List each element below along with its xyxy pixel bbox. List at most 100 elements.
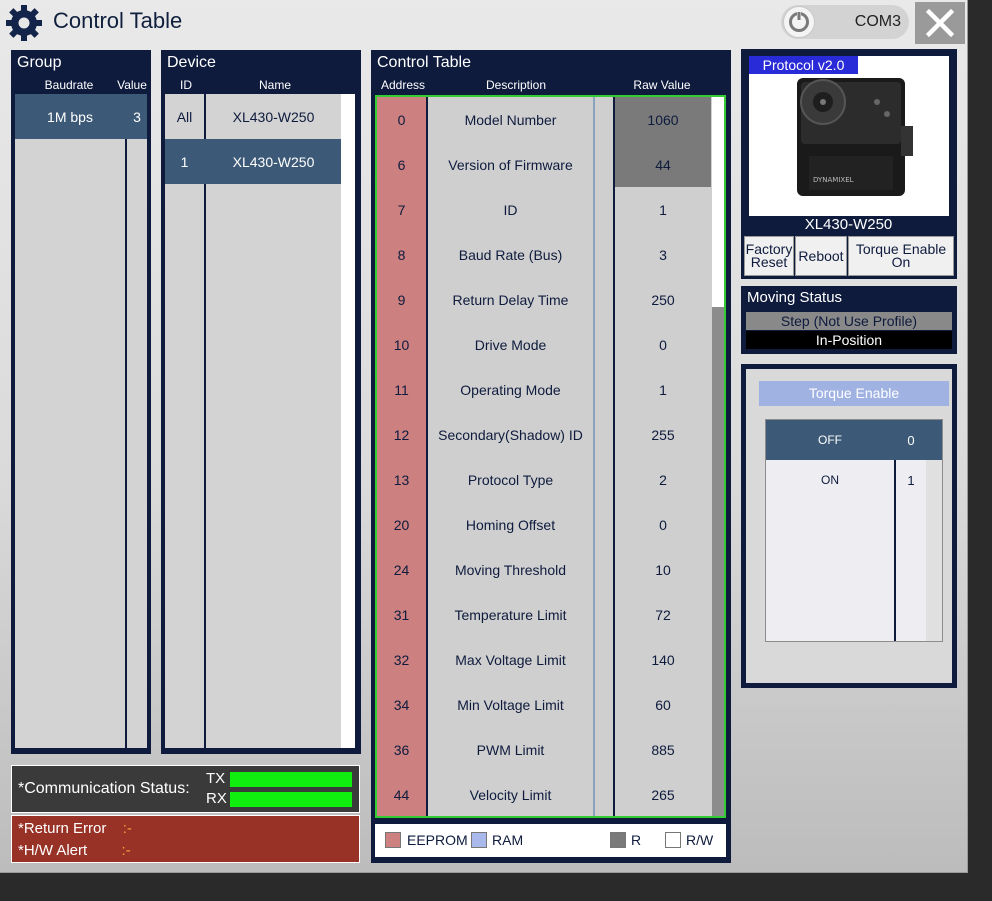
control-table-row[interactable]: 24 Moving Threshold 10 bbox=[377, 547, 711, 592]
legend-r: R bbox=[631, 832, 642, 848]
control-table-row[interactable]: 34 Min Voltage Limit 60 bbox=[377, 682, 711, 727]
protocol-badge: Protocol v2.0 bbox=[749, 56, 858, 74]
ct-address: 12 bbox=[393, 426, 410, 443]
gear-icon bbox=[6, 5, 42, 41]
close-button[interactable] bbox=[915, 2, 965, 44]
moving-status-panel: Moving Status Step (Not Use Profile) In-… bbox=[741, 286, 957, 354]
torque-enable-button[interactable]: Torque Enable On bbox=[848, 236, 954, 276]
legend-eeprom-swatch bbox=[385, 832, 401, 848]
control-table-row[interactable]: 11 Operating Mode 1 bbox=[377, 367, 711, 412]
ct-raw-value[interactable]: 0 bbox=[615, 502, 711, 547]
ct-scroll-thumb[interactable] bbox=[712, 97, 724, 307]
ct-address: 24 bbox=[393, 561, 410, 578]
ct-address: 11 bbox=[394, 381, 409, 398]
ct-description: Moving Threshold bbox=[454, 561, 567, 578]
ct-raw-value[interactable]: 3 bbox=[615, 232, 711, 277]
svg-text:DYNAMIXEL: DYNAMIXEL bbox=[813, 176, 854, 184]
legend: EEPROM RAM R R/W bbox=[375, 824, 726, 857]
ct-description: Version of Firmware bbox=[448, 156, 573, 173]
device-col-name: Name bbox=[258, 78, 291, 92]
rx-label: RX bbox=[206, 790, 227, 807]
control-table-row[interactable]: 7 ID 1 bbox=[377, 187, 711, 232]
ct-address: 31 bbox=[393, 606, 410, 623]
legend-ram-swatch bbox=[471, 832, 487, 848]
ct-raw-value[interactable]: 1 bbox=[615, 187, 711, 232]
ct-description: Return Delay Time bbox=[452, 291, 569, 308]
ct-raw-value[interactable]: 2 bbox=[615, 457, 711, 502]
torque-enable-header: Torque Enable bbox=[759, 381, 949, 406]
reboot-label: Reboot bbox=[798, 247, 844, 264]
ct-raw-value[interactable]: 0 bbox=[615, 322, 711, 367]
connection-toggle[interactable]: COM3 bbox=[781, 5, 909, 39]
ct-address: 44 bbox=[393, 786, 410, 803]
legend-r-swatch bbox=[610, 832, 626, 848]
communication-status: *Communication Status: TX RX bbox=[11, 765, 360, 813]
ct-address: 20 bbox=[393, 516, 410, 533]
torque-button-line2: On bbox=[891, 254, 911, 270]
control-table-row[interactable]: 31 Temperature Limit 72 bbox=[377, 592, 711, 637]
control-table-row[interactable]: 36 PWM Limit 885 bbox=[377, 727, 711, 772]
ct-raw-value[interactable]: 72 bbox=[615, 592, 711, 637]
ct-description: Max Voltage Limit bbox=[455, 651, 566, 668]
torque-option-name: OFF bbox=[818, 433, 842, 447]
ct-raw-value[interactable]: 44 bbox=[615, 142, 711, 187]
torque-option-row[interactable]: ON 1 bbox=[766, 460, 942, 500]
group-panel: Group Baudrate Value 1M bps 3 bbox=[11, 50, 151, 754]
ct-raw-value[interactable]: 1060 bbox=[615, 97, 711, 142]
control-table-row[interactable]: 10 Drive Mode 0 bbox=[377, 322, 711, 367]
factory-reset-button[interactable]: Factory Reset bbox=[744, 236, 794, 276]
connection-knob[interactable] bbox=[783, 6, 815, 38]
return-error-value: :- bbox=[122, 820, 132, 837]
factory-reset-line2: Reset bbox=[750, 254, 788, 270]
hw-alert-label: *H/W Alert bbox=[18, 842, 88, 859]
ct-address: 6 bbox=[397, 156, 406, 173]
group-col-value: Value bbox=[117, 78, 147, 92]
ct-raw-value[interactable]: 885 bbox=[615, 727, 711, 772]
ct-raw-value[interactable]: 140 bbox=[615, 637, 711, 682]
ct-raw-value[interactable]: 10 bbox=[615, 547, 711, 592]
power-icon bbox=[789, 11, 809, 32]
ct-description: Operating Mode bbox=[460, 381, 561, 398]
ct-description: Temperature Limit bbox=[454, 606, 567, 623]
control-table-row[interactable]: 9 Return Delay Time 250 bbox=[377, 277, 711, 322]
ct-address: 10 bbox=[393, 336, 410, 353]
control-table-row[interactable]: 13 Protocol Type 2 bbox=[377, 457, 711, 502]
main-window: Control Table COM3 Group Baudrate Value … bbox=[0, 0, 968, 873]
control-table-row[interactable]: 0 Model Number 1060 bbox=[377, 97, 711, 142]
ct-raw-value[interactable]: 250 bbox=[615, 277, 711, 322]
torque-option-row[interactable]: OFF 0 bbox=[766, 420, 942, 460]
legend-rw: R/W bbox=[686, 832, 714, 848]
reboot-button[interactable]: Reboot bbox=[795, 236, 847, 276]
ct-description: Homing Offset bbox=[465, 516, 556, 533]
group-row[interactable]: 1M bps 3 bbox=[15, 94, 147, 139]
control-table-row[interactable]: 6 Version of Firmware 44 bbox=[377, 142, 711, 187]
torque-option-list: OFF 0 ON 1 bbox=[765, 419, 943, 642]
moving-profile-indicator: Step (Not Use Profile) bbox=[746, 312, 952, 330]
control-table-row[interactable]: 20 Homing Offset 0 bbox=[377, 502, 711, 547]
ct-raw-value[interactable]: 1 bbox=[615, 367, 711, 412]
group-col-baudrate: Baudrate bbox=[44, 78, 94, 92]
device-scrollbar[interactable] bbox=[341, 94, 355, 748]
ct-col-description: Description bbox=[485, 78, 547, 92]
ct-address: 34 bbox=[393, 696, 410, 713]
control-table-row[interactable]: 32 Max Voltage Limit 140 bbox=[377, 637, 711, 682]
control-table-row[interactable]: 44 Velocity Limit 265 bbox=[377, 772, 711, 816]
tx-indicator bbox=[230, 772, 352, 787]
group-row-value: 3 bbox=[133, 108, 141, 125]
control-table-row[interactable]: 8 Baud Rate (Bus) 3 bbox=[377, 232, 711, 277]
device-list: All XL430-W250 1 XL430-W250 bbox=[165, 94, 341, 748]
ct-raw-value[interactable]: 265 bbox=[615, 772, 711, 816]
ct-address: 9 bbox=[397, 291, 406, 308]
moving-status-title: Moving Status bbox=[747, 289, 843, 306]
ct-address: 13 bbox=[393, 471, 410, 488]
device-title: Device bbox=[167, 54, 216, 71]
ct-description: ID bbox=[503, 201, 518, 218]
device-row[interactable]: All XL430-W250 bbox=[165, 94, 341, 139]
window-title: Control Table bbox=[53, 8, 183, 33]
ct-address: 7 bbox=[397, 201, 406, 218]
ct-raw-value[interactable]: 60 bbox=[615, 682, 711, 727]
control-table-row[interactable]: 12 Secondary(Shadow) ID 255 bbox=[377, 412, 711, 457]
ct-raw-value[interactable]: 255 bbox=[615, 412, 711, 457]
legend-eeprom: EEPROM bbox=[407, 832, 468, 848]
device-row[interactable]: 1 XL430-W250 bbox=[165, 139, 341, 184]
